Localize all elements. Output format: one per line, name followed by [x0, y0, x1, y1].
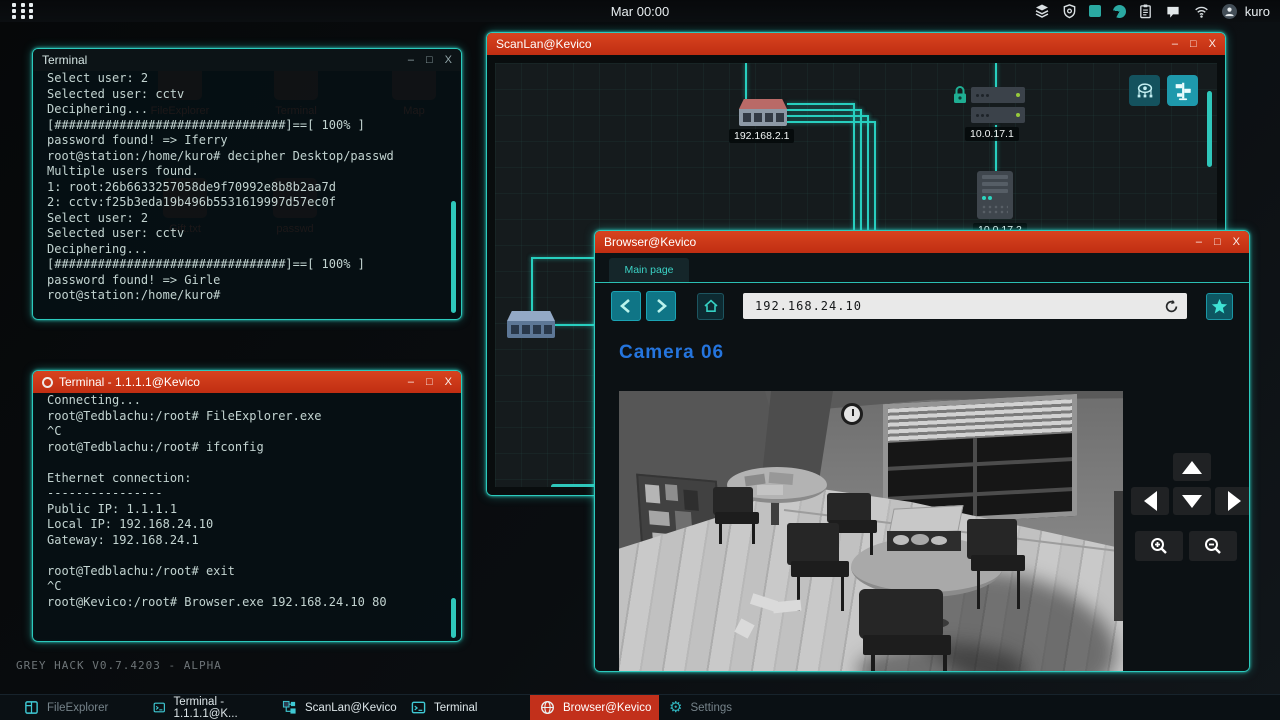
window-title: ScanLan@Kevico: [496, 37, 1172, 51]
address-bar: [743, 293, 1187, 319]
camera-left-button[interactable]: [1131, 487, 1169, 515]
desktop-screen: Mar 00:00 kuro FileExplorer Terminal Map…: [0, 0, 1280, 720]
window-title: Terminal - 1.1.1.1@Kevico: [59, 375, 408, 389]
taskbar: FileExplorer Terminal - 1.1.1.1@K... Sca…: [0, 694, 1280, 720]
camera-wall-clock: [841, 403, 863, 425]
top-status-bar: Mar 00:00 kuro: [0, 0, 1280, 22]
username-label: kuro: [1245, 4, 1270, 19]
terminal-output[interactable]: Connecting... root@Tedblachu:/root# File…: [33, 393, 461, 641]
close-button[interactable]: X: [1233, 236, 1240, 248]
node-label-server: 10.0.17.1: [965, 127, 1019, 141]
taskbar-item-terminal-remote[interactable]: Terminal - 1.1.1.1@K...: [143, 695, 272, 720]
terminal-window-icon: [42, 377, 53, 388]
scan-tool-button[interactable]: [1129, 75, 1160, 106]
maximize-button[interactable]: □: [426, 54, 433, 66]
terminal-output[interactable]: Select user: 2 Selected user: cctv Decip…: [33, 71, 461, 319]
wifi-icon[interactable]: [1193, 4, 1210, 19]
remote-terminal-window: Terminal - 1.1.1.1@Kevico – □ X Connecti…: [32, 370, 462, 642]
maximize-button[interactable]: □: [1190, 38, 1197, 50]
camera-up-button[interactable]: [1173, 453, 1211, 481]
scanlan-titlebar[interactable]: ScanLan@Kevico – □ X: [487, 33, 1225, 55]
signpost-tool-button[interactable]: [1167, 75, 1198, 106]
right-door-frame: [1114, 491, 1123, 621]
forward-button[interactable]: [646, 291, 676, 321]
zoom-out-button[interactable]: [1189, 531, 1237, 561]
user-avatar[interactable]: [1222, 4, 1237, 19]
window-blinds: [888, 399, 1072, 443]
gear-icon: ⚙: [669, 700, 682, 715]
terminal-window: Terminal – □ X Select user: 2 Selected u…: [32, 48, 462, 320]
window-title: Terminal: [42, 53, 408, 67]
game-version-label: GREY HACK V0.7.4203 - ALPHA: [16, 659, 222, 672]
status-square-icon[interactable]: [1089, 5, 1101, 17]
address-input[interactable]: [753, 298, 1164, 314]
network-node-router[interactable]: [739, 99, 787, 126]
network-node-pc[interactable]: [977, 171, 1013, 219]
close-button[interactable]: X: [445, 376, 452, 388]
close-button[interactable]: X: [445, 54, 452, 66]
browser-tab-main-page[interactable]: Main page: [609, 258, 689, 282]
terminal-icon: [153, 700, 166, 715]
browser-window: Browser@Kevico – □ X Main page Cam: [594, 230, 1250, 672]
network-node-switch[interactable]: [507, 311, 555, 338]
clipboard-icon[interactable]: [1138, 3, 1153, 19]
browser-toolbar: [595, 283, 1249, 329]
lock-icon: [952, 85, 968, 110]
status-pie-icon[interactable]: [1113, 5, 1126, 18]
camera-down-button[interactable]: [1173, 487, 1211, 515]
taskbar-item-scanlan[interactable]: ScanLan@Kevico: [272, 695, 401, 720]
pizza-box: [887, 531, 961, 551]
terminal-icon: [411, 700, 426, 715]
zoom-in-button[interactable]: [1135, 531, 1183, 561]
scanlan-icon: [282, 700, 297, 715]
fileexplorer-icon: [24, 700, 39, 715]
taskbar-item-terminal[interactable]: Terminal: [401, 695, 530, 720]
camera-feed: [619, 391, 1123, 672]
node-label-router: 192.168.2.1: [729, 129, 794, 143]
minimize-button[interactable]: –: [1196, 236, 1202, 248]
close-button[interactable]: X: [1209, 38, 1216, 50]
camera-right-button[interactable]: [1215, 487, 1250, 515]
browser-globe-icon: [540, 700, 555, 715]
taskbar-item-browser[interactable]: Browser@Kevico: [530, 695, 659, 720]
browser-tabstrip: Main page: [595, 253, 1249, 283]
network-node-server-2[interactable]: [971, 107, 1025, 123]
maximize-button[interactable]: □: [426, 376, 433, 388]
page-heading: Camera 06: [619, 342, 1249, 364]
back-button[interactable]: [611, 291, 641, 321]
home-button[interactable]: [697, 293, 724, 320]
shield-icon[interactable]: [1062, 3, 1077, 19]
window-title: Browser@Kevico: [604, 235, 1196, 249]
map-vertical-scrollbar[interactable]: [1207, 91, 1212, 167]
minimize-button[interactable]: –: [1172, 38, 1178, 50]
reload-icon[interactable]: [1164, 299, 1179, 314]
chat-icon[interactable]: [1165, 4, 1181, 19]
terminal-scrollbar[interactable]: [451, 201, 456, 313]
terminal-scrollbar[interactable]: [451, 598, 456, 638]
browser-titlebar[interactable]: Browser@Kevico – □ X: [595, 231, 1249, 253]
layers-icon[interactable]: [1034, 3, 1050, 19]
remote-terminal-titlebar[interactable]: Terminal - 1.1.1.1@Kevico – □ X: [33, 371, 461, 393]
terminal-titlebar[interactable]: Terminal – □ X: [33, 49, 461, 71]
taskbar-item-settings[interactable]: ⚙ Settings: [659, 695, 788, 720]
taskbar-item-fileexplorer[interactable]: FileExplorer: [14, 695, 143, 720]
minimize-button[interactable]: –: [408, 376, 414, 388]
minimize-button[interactable]: –: [408, 54, 414, 66]
maximize-button[interactable]: □: [1214, 236, 1221, 248]
network-node-server-1[interactable]: [971, 87, 1025, 103]
bookmark-button[interactable]: [1206, 293, 1233, 320]
